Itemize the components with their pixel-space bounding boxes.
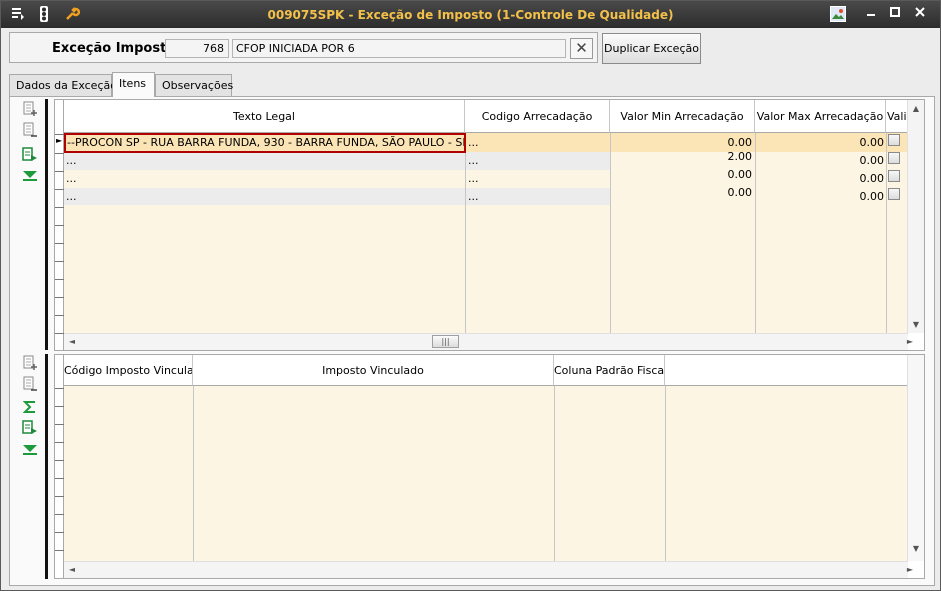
valor-min-cell[interactable]: 0.00	[611, 184, 754, 202]
export-icon[interactable]	[20, 420, 40, 438]
horizontal-scroll-thumb[interactable]: |||	[432, 335, 459, 348]
column-header-valor-min[interactable]: Valor Min Arrecadação	[610, 100, 755, 133]
codigo-arrecadacao-cell[interactable]: ...	[468, 134, 610, 152]
add-row-icon[interactable]	[20, 355, 40, 373]
minimize-button[interactable]	[862, 6, 880, 22]
linked-grid-body	[64, 386, 908, 562]
scroll-up-icon[interactable]: ▲	[910, 104, 922, 113]
export-icon[interactable]	[20, 147, 40, 165]
column-header-imposto-vinculado[interactable]: Imposto Vinculado	[193, 355, 554, 386]
window-title: 009075SPK - Exceção de Imposto (1-Contro…	[267, 8, 674, 22]
items-grid-marker	[45, 99, 48, 350]
clear-button[interactable]: ✕	[570, 38, 593, 59]
title-bar: 009075SPK - Exceção de Imposto (1-Contro…	[1, 1, 940, 28]
scroll-right-icon[interactable]: ►	[904, 337, 916, 346]
traffic-light-icon[interactable]	[36, 6, 52, 22]
column-header-texto-legal[interactable]: Texto Legal	[64, 100, 465, 133]
exception-header: Exceção Imposto 768 CFOP INICIADA POR 6 …	[9, 32, 598, 63]
linked-tax-grid: Código Imposto Vinculado Imposto Vincula…	[54, 354, 925, 579]
linked-vertical-scrollbar[interactable]: ▼	[907, 355, 924, 561]
codigo-arrecadacao-cell[interactable]: ...	[468, 152, 610, 170]
column-header-empty	[665, 355, 909, 386]
exception-description-field[interactable]: CFOP INICIADA POR 6	[232, 39, 566, 58]
column-header-codigo-imposto-vinculado[interactable]: Código Imposto Vinculado	[64, 355, 193, 386]
valor-min-cell[interactable]: 0.00	[611, 166, 754, 184]
tab-observacoes[interactable]: Observações	[155, 74, 233, 96]
valor-max-cell[interactable]: 0.00	[756, 188, 885, 206]
codigo-arrecadacao-cell[interactable]: ...	[468, 170, 610, 188]
items-panel: ► Texto Legal Codigo Arrecadação Valor M…	[9, 96, 935, 586]
remove-row-icon[interactable]	[20, 122, 40, 140]
items-grid: ► Texto Legal Codigo Arrecadação Valor M…	[54, 99, 925, 351]
items-row-header: ►	[55, 100, 64, 350]
column-header-valida[interactable]: Valida	[886, 100, 908, 133]
scroll-right-icon[interactable]: ►	[904, 565, 916, 574]
image-icon[interactable]	[830, 6, 846, 22]
valida-checkbox[interactable]	[888, 134, 900, 146]
expand-down-icon[interactable]	[20, 443, 40, 461]
column-header-coluna-padrao-fiscal[interactable]: Coluna Padrão Fiscal	[554, 355, 665, 386]
texto-legal-cell[interactable]: ...	[66, 170, 464, 188]
linked-grid-marker	[45, 354, 48, 579]
valor-max-cell[interactable]: 0.00	[756, 170, 885, 188]
scroll-left-icon[interactable]: ◄	[66, 337, 78, 346]
exception-code-field[interactable]: 768	[165, 39, 229, 58]
valor-min-cell[interactable]: 2.00	[611, 148, 754, 166]
remove-row-icon[interactable]	[20, 376, 40, 394]
linked-horizontal-scrollbar[interactable]: ◄ ►	[64, 561, 913, 578]
items-horizontal-scrollbar[interactable]: ◄ ||| ►	[64, 333, 913, 350]
valida-checkbox[interactable]	[888, 188, 900, 200]
valor-max-cell[interactable]: 0.00	[756, 152, 885, 170]
tab-dados-da-excecao[interactable]: Dados da Exceção	[9, 74, 117, 96]
close-button[interactable]	[911, 6, 929, 22]
add-row-icon[interactable]	[20, 101, 40, 119]
valida-checkbox[interactable]	[888, 170, 900, 182]
menu-icon[interactable]	[10, 6, 26, 22]
items-grid-body: --PROCON SP - RUA BARRA FUNDA, 930 - BAR…	[64, 133, 908, 334]
maximize-button[interactable]	[886, 6, 904, 22]
expand-down-icon[interactable]	[20, 169, 40, 187]
exception-label: Exceção Imposto	[52, 41, 176, 56]
items-vertical-scrollbar[interactable]: ▲ ▼	[907, 100, 924, 333]
codigo-arrecadacao-cell[interactable]: ...	[468, 188, 610, 206]
valida-checkbox[interactable]	[888, 152, 900, 164]
valor-max-cell[interactable]: 0.00	[756, 134, 885, 152]
linked-row-header	[55, 355, 64, 578]
close-icon: ✕	[575, 39, 588, 57]
window: 009075SPK - Exceção de Imposto (1-Contro…	[0, 0, 941, 591]
sum-icon[interactable]	[20, 400, 40, 418]
wrench-icon[interactable]	[64, 6, 81, 22]
column-header-codigo-arrecadacao[interactable]: Codigo Arrecadação	[465, 100, 610, 133]
scroll-down-icon[interactable]: ▼	[910, 320, 922, 329]
texto-legal-cell[interactable]: ...	[66, 188, 464, 206]
current-row-indicator-icon: ►	[56, 136, 63, 145]
column-header-valor-max[interactable]: Valor Max Arrecadação	[755, 100, 886, 133]
scroll-down-icon[interactable]: ▼	[910, 544, 922, 553]
scroll-left-icon[interactable]: ◄	[66, 565, 78, 574]
texto-legal-cell[interactable]: --PROCON SP - RUA BARRA FUNDA, 930 - BAR…	[64, 133, 466, 153]
tab-itens[interactable]: Itens	[112, 72, 155, 97]
texto-legal-cell[interactable]: ...	[66, 152, 464, 170]
duplicate-exception-button[interactable]: Duplicar Exceção	[602, 33, 701, 64]
